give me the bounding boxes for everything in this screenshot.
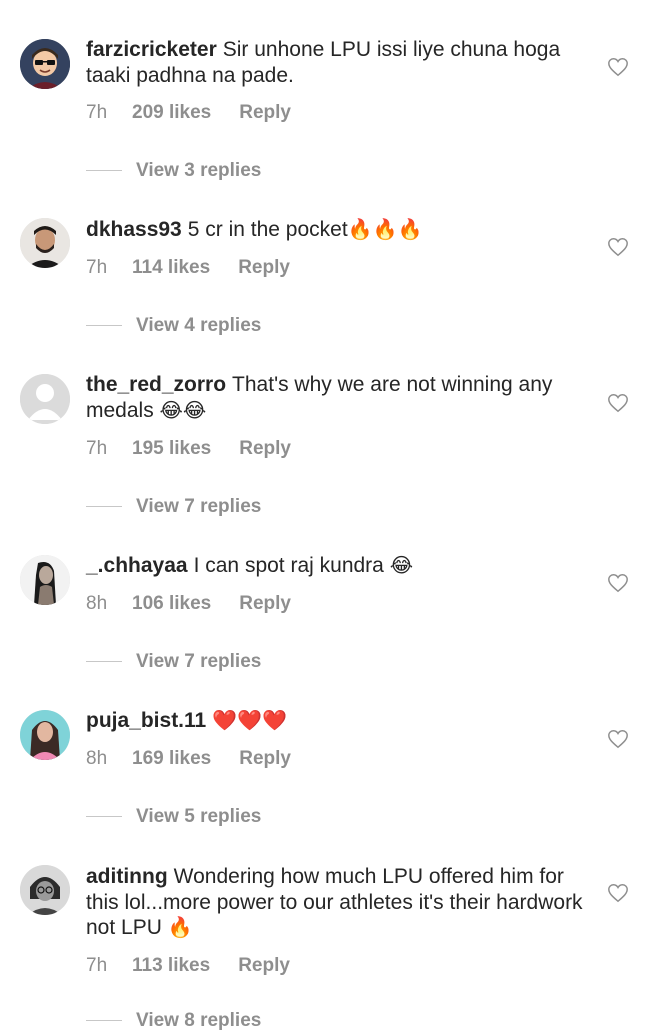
reply-button[interactable]: Reply — [239, 748, 291, 770]
comment-meta: 7h 195 likes Reply — [86, 438, 291, 460]
comment-username[interactable]: puja_bist.11 — [86, 709, 206, 732]
heart-outline-icon[interactable] — [607, 56, 629, 78]
comment-username[interactable]: farzicricketer — [86, 38, 217, 61]
view-replies-label: View 4 replies — [136, 315, 262, 336]
avatar[interactable] — [20, 865, 70, 915]
comment-meta: 7h 209 likes Reply — [86, 102, 291, 124]
comment-likes[interactable]: 169 likes — [132, 748, 211, 770]
user-photo-icon — [20, 710, 70, 760]
comment-username[interactable]: the_red_zorro — [86, 373, 226, 396]
view-replies-label: View 8 replies — [136, 1010, 262, 1031]
user-photo-icon — [20, 218, 70, 268]
replies-divider — [86, 506, 122, 508]
laughing-emoji: 😂😂 — [159, 397, 207, 422]
reply-button[interactable]: Reply — [238, 955, 290, 977]
view-replies-label: View 3 replies — [136, 160, 262, 181]
comment-time: 7h — [86, 257, 108, 278]
heart-outline-icon[interactable] — [607, 236, 629, 258]
comment-meta: 7h 114 likes Reply — [86, 257, 290, 279]
comment-time: 8h — [86, 748, 108, 769]
replies-divider — [86, 1020, 122, 1022]
laughing-emoji: 😂 — [389, 553, 414, 577]
comment-time: 7h — [86, 955, 108, 976]
comment-username[interactable]: dkhass93 — [86, 218, 182, 241]
replies-divider — [86, 325, 122, 327]
heart-outline-icon[interactable] — [607, 882, 629, 904]
reply-button[interactable]: Reply — [239, 593, 291, 615]
comment-text: puja_bist.11 ❤️❤️❤️ — [86, 708, 586, 734]
comment-text: _.chhayaa I can spot raj kundra 😂 — [86, 553, 586, 579]
replies-divider — [86, 816, 122, 818]
fire-emoji: 🔥🔥🔥 — [347, 217, 423, 241]
replies-divider — [86, 170, 122, 172]
cartoon-avatar-icon — [20, 39, 70, 89]
view-replies-label: View 7 replies — [136, 651, 262, 672]
reply-button[interactable]: Reply — [239, 102, 291, 124]
comment-username[interactable]: aditinng — [86, 865, 168, 888]
comment-username[interactable]: _.chhayaa — [86, 554, 188, 577]
view-replies-button[interactable]: View 3 replies — [86, 160, 261, 182]
comment-likes[interactable]: 113 likes — [132, 955, 210, 977]
reply-button[interactable]: Reply — [239, 438, 291, 460]
comment-text: aditinng Wondering how much LPU offered h… — [86, 864, 586, 941]
view-replies-label: View 7 replies — [136, 496, 262, 517]
heart-emoji: ❤️❤️❤️ — [212, 708, 287, 732]
view-replies-button[interactable]: View 4 replies — [86, 315, 261, 337]
comment-likes[interactable]: 114 likes — [132, 257, 210, 279]
avatar[interactable] — [20, 39, 70, 89]
avatar[interactable] — [20, 710, 70, 760]
default-avatar-icon — [20, 374, 70, 424]
view-replies-button[interactable]: View 8 replies — [86, 1010, 261, 1032]
avatar[interactable] — [20, 374, 70, 424]
comment-meta: 7h 113 likes Reply — [86, 955, 290, 977]
comment-body: I can spot raj kundra — [193, 554, 384, 577]
user-photo-icon — [20, 865, 70, 915]
reply-button[interactable]: Reply — [238, 257, 290, 279]
comment-meta: 8h 106 likes Reply — [86, 593, 291, 615]
heart-outline-icon[interactable] — [607, 572, 629, 594]
heart-outline-icon[interactable] — [607, 728, 629, 750]
view-replies-button[interactable]: View 7 replies — [86, 496, 261, 518]
comment-text: dkhass93 5 cr in the pocket🔥🔥🔥 — [86, 217, 586, 243]
replies-divider — [86, 661, 122, 663]
comment-body: 5 cr in the pocket — [187, 218, 348, 241]
comment-meta: 8h 169 likes Reply — [86, 748, 291, 770]
comment-likes[interactable]: 195 likes — [132, 438, 211, 460]
view-replies-button[interactable]: View 7 replies — [86, 651, 261, 673]
avatar[interactable] — [20, 218, 70, 268]
comment-text: the_red_zorro That's why we are not winni… — [86, 372, 586, 423]
view-replies-button[interactable]: View 5 replies — [86, 806, 261, 828]
comment-text: farzicricketer Sir unhone LPU issi liye c… — [86, 37, 586, 88]
view-replies-label: View 5 replies — [136, 806, 262, 827]
avatar[interactable] — [20, 555, 70, 605]
comment-time: 7h — [86, 438, 108, 459]
comment-likes[interactable]: 106 likes — [132, 593, 211, 615]
user-photo-icon — [20, 555, 70, 605]
comment-time: 8h — [86, 593, 108, 614]
comment-likes[interactable]: 209 likes — [132, 102, 211, 124]
comment-time: 7h — [86, 102, 108, 123]
heart-outline-icon[interactable] — [607, 392, 629, 414]
fire-emoji: 🔥 — [167, 915, 193, 939]
